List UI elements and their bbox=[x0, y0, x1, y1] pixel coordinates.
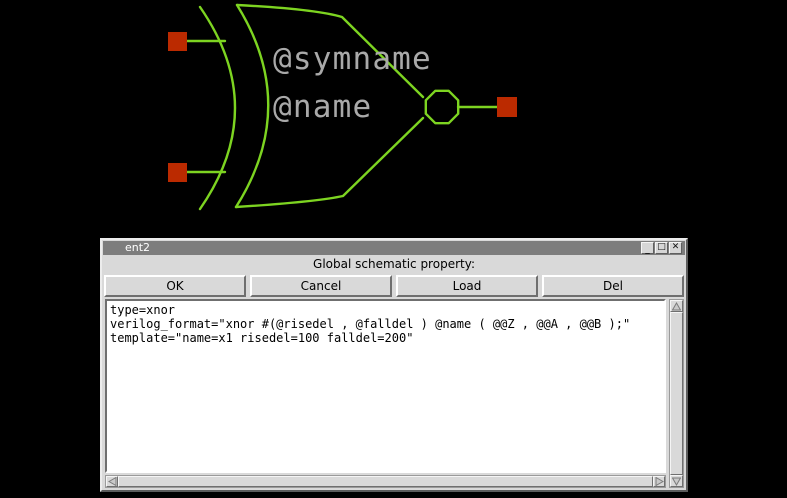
minimize-button[interactable]: _ bbox=[641, 242, 654, 254]
dialog-button-row: OK Cancel Load Del bbox=[103, 273, 685, 299]
scroll-up-icon bbox=[672, 302, 681, 311]
scroll-down-icon bbox=[672, 477, 681, 486]
scroll-right-button[interactable] bbox=[653, 476, 665, 487]
scroll-left-icon bbox=[108, 477, 117, 486]
ok-button[interactable]: OK bbox=[104, 275, 246, 297]
editor-area: type=xnor verilog_format="xnor #(@risede… bbox=[104, 299, 684, 488]
inversion-bubble[interactable] bbox=[426, 91, 458, 123]
cancel-button[interactable]: Cancel bbox=[250, 275, 392, 297]
gate-body-bottom-edge[interactable] bbox=[236, 118, 423, 207]
xor-back-arc-outer[interactable] bbox=[200, 7, 235, 209]
scroll-right-icon bbox=[655, 477, 664, 486]
vertical-scrollbar[interactable] bbox=[669, 299, 684, 488]
window-title: ent2 bbox=[103, 241, 150, 255]
load-button[interactable]: Load bbox=[396, 275, 538, 297]
vertical-scroll-thumb[interactable] bbox=[670, 312, 683, 475]
property-dialog-window: ent2 _ □ ✕ Global schematic property: OK… bbox=[100, 238, 688, 492]
input-pin-b[interactable] bbox=[168, 163, 187, 182]
horizontal-scroll-thumb[interactable] bbox=[118, 476, 653, 487]
maximize-button[interactable]: □ bbox=[655, 242, 668, 254]
close-icon: ✕ bbox=[672, 243, 680, 252]
scroll-left-button[interactable] bbox=[106, 476, 118, 487]
input-pin-a[interactable] bbox=[168, 32, 187, 51]
minimize-icon: _ bbox=[645, 246, 650, 255]
scroll-down-button[interactable] bbox=[670, 475, 683, 487]
property-text-editor[interactable]: type=xnor verilog_format="xnor #(@risede… bbox=[105, 299, 666, 473]
xor-back-arc-inner[interactable] bbox=[236, 5, 268, 207]
horizontal-scrollbar[interactable] bbox=[105, 475, 666, 488]
maximize-icon: □ bbox=[657, 243, 666, 252]
del-button[interactable]: Del bbox=[542, 275, 684, 297]
dialog-header-label: Global schematic property: bbox=[103, 256, 685, 273]
name-label[interactable]: @name bbox=[273, 89, 372, 125]
output-pin[interactable] bbox=[497, 97, 517, 117]
scroll-up-button[interactable] bbox=[670, 300, 683, 312]
close-button[interactable]: ✕ bbox=[669, 242, 682, 254]
symname-label[interactable]: @symname bbox=[273, 41, 432, 77]
window-controls: _ □ ✕ bbox=[641, 241, 682, 255]
titlebar[interactable]: ent2 _ □ ✕ bbox=[103, 241, 685, 255]
screen: { "schematic": { "labels": { "symname": … bbox=[0, 0, 787, 498]
